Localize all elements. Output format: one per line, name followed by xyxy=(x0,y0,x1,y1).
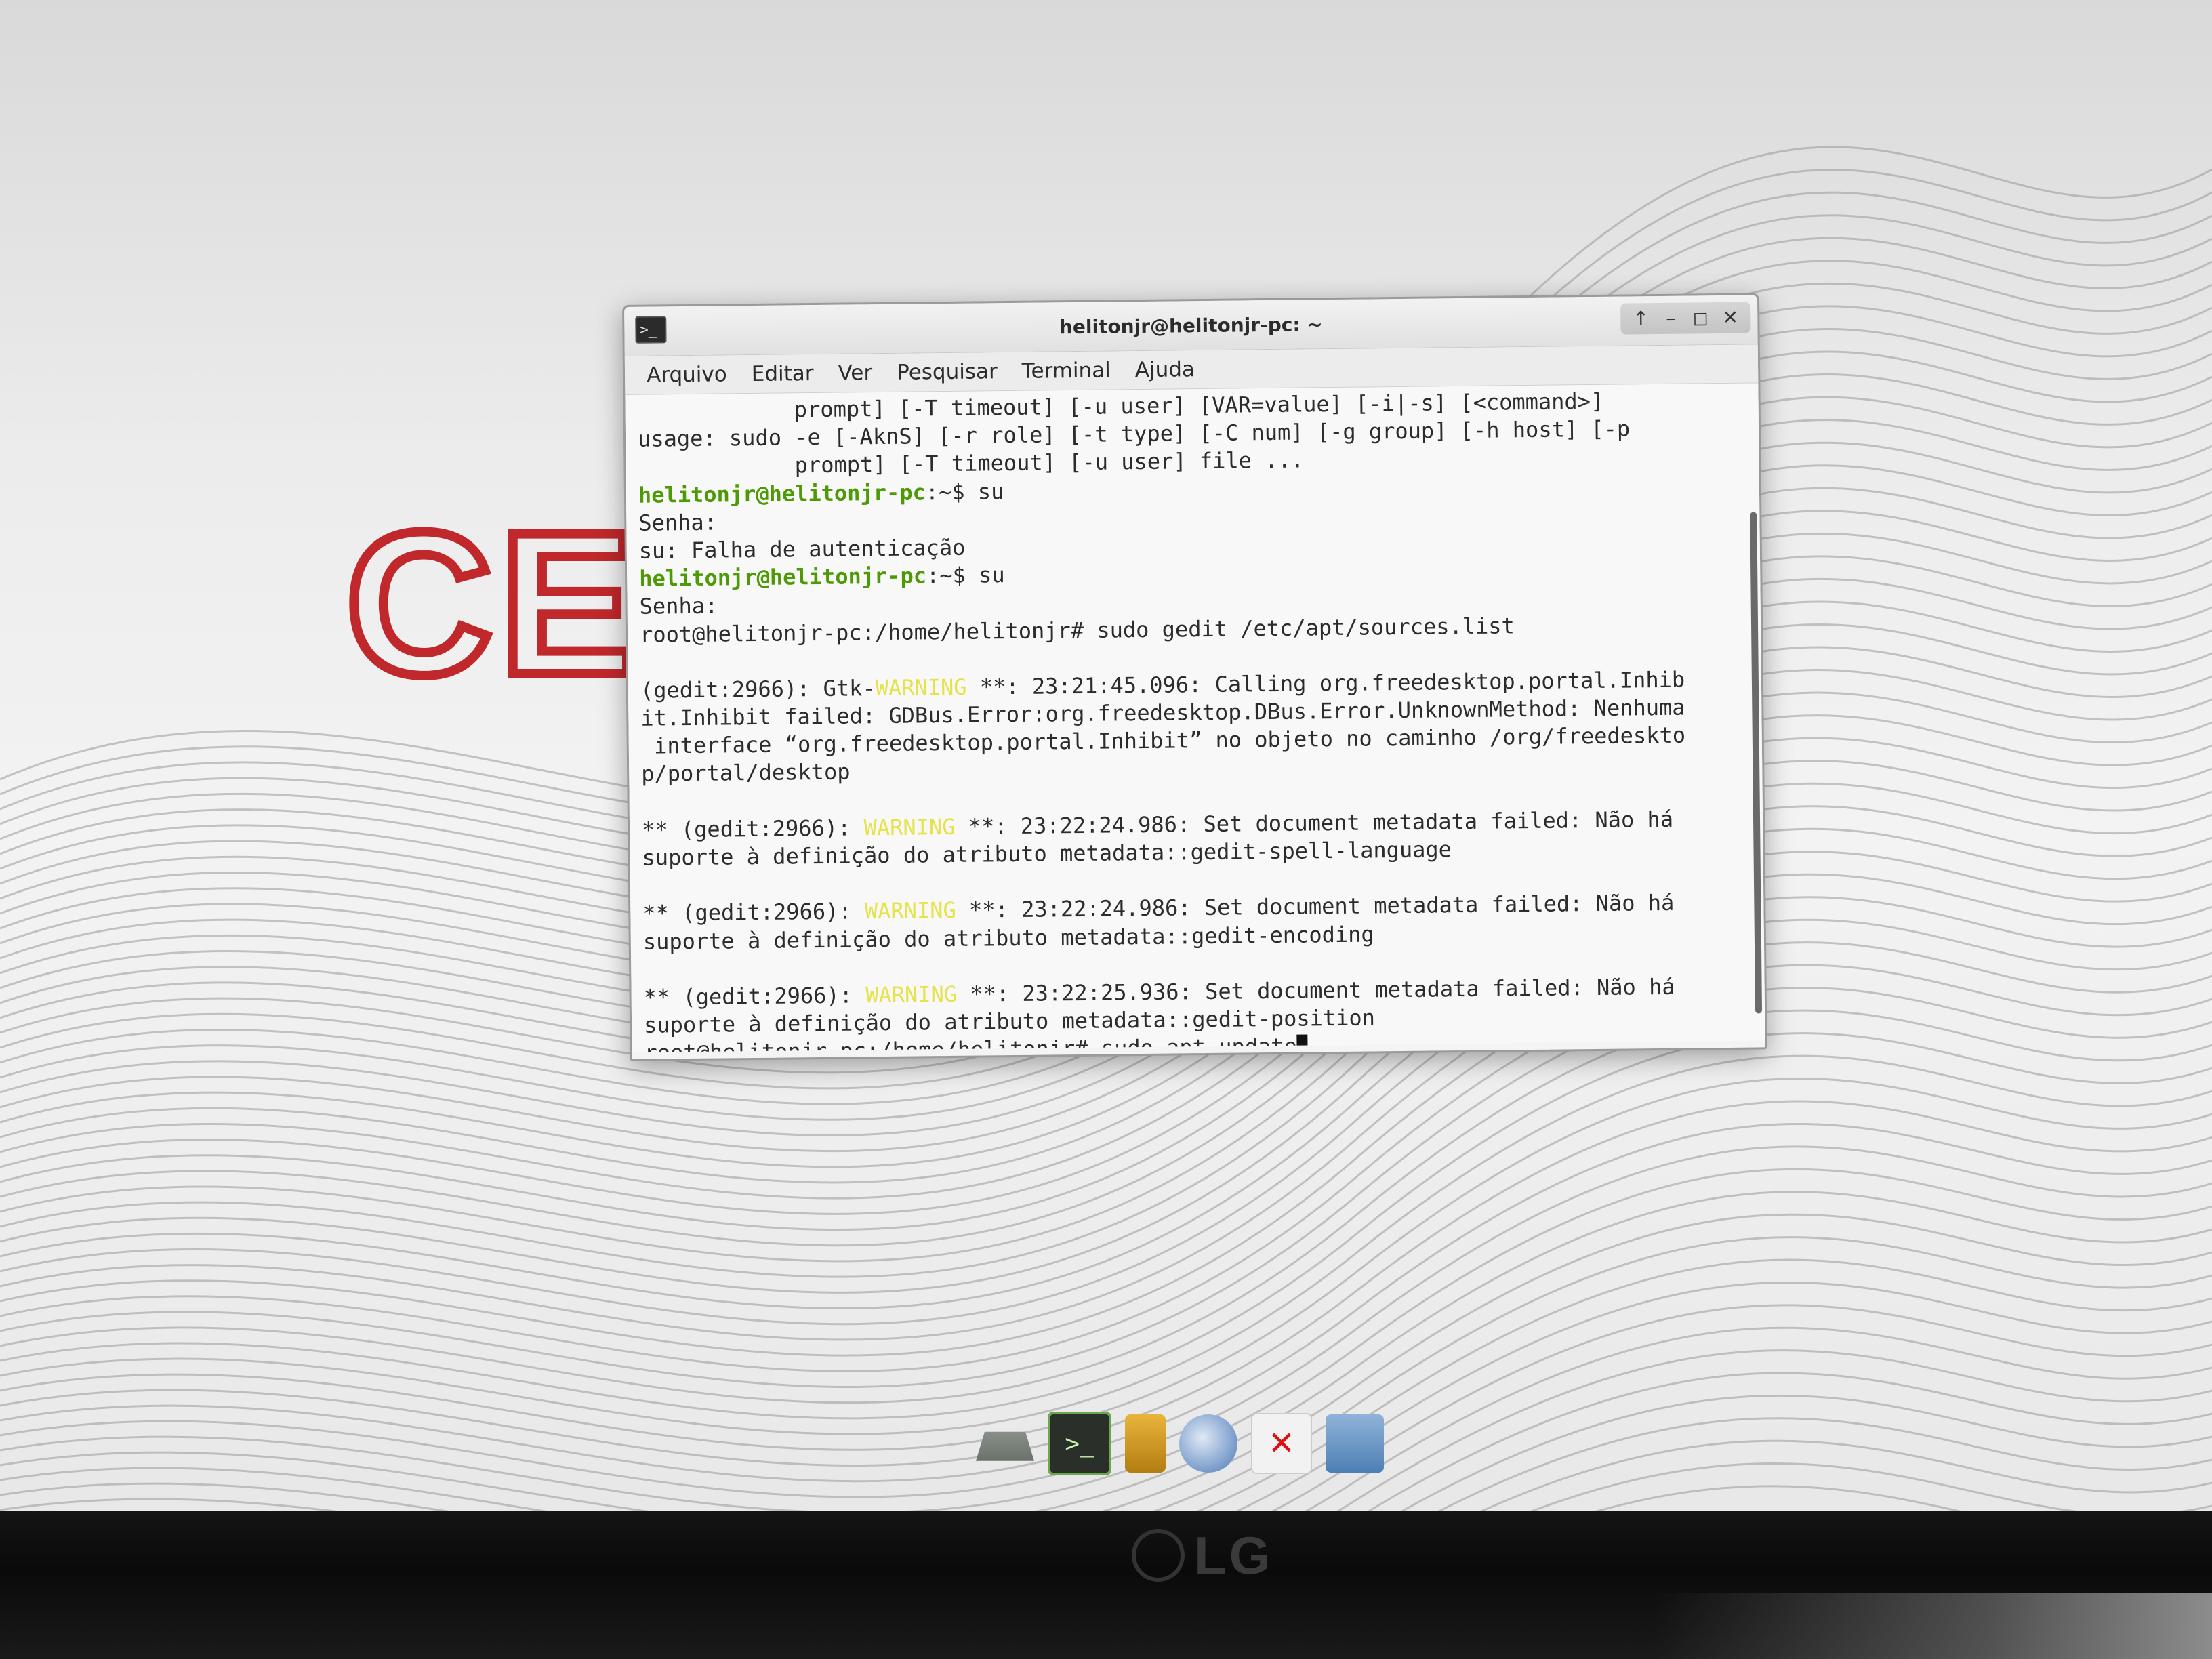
terminal-window[interactable]: >_ helitonjr@helitonjr-pc: ~ ↑ – ◻ ✕ Arq… xyxy=(622,293,1767,1061)
wallpaper-logo: CE xyxy=(341,489,642,717)
terminal-output[interactable]: prompt] [-T timeout] [-u user] [VAR=valu… xyxy=(625,383,1765,1052)
drive-icon[interactable] xyxy=(976,1431,1034,1461)
menu-pesquisar[interactable]: Pesquisar xyxy=(884,359,1010,385)
browser-globe-icon[interactable] xyxy=(1179,1414,1237,1473)
bezel-reflection xyxy=(1654,1593,2212,1659)
menu-arquivo[interactable]: Arquivo xyxy=(634,362,739,388)
menu-ver[interactable]: Ver xyxy=(825,361,884,386)
brand-text: LG xyxy=(1194,1525,1273,1585)
wave-line xyxy=(1593,1485,1965,1511)
sd-card-icon[interactable] xyxy=(1125,1414,1166,1473)
warning-label: WARNING xyxy=(865,981,958,1008)
warning-label: WARNING xyxy=(864,897,956,924)
warning-label: WARNING xyxy=(875,674,967,701)
terminal-app-icon: >_ xyxy=(635,316,667,344)
menu-ajuda[interactable]: Ajuda xyxy=(1123,357,1208,382)
keep-above-button[interactable]: ↑ xyxy=(1627,305,1654,332)
scrollbar[interactable] xyxy=(1750,512,1763,1014)
prompt-user-host: helitonjr@helitonjr-pc xyxy=(639,562,927,592)
folder-icon[interactable] xyxy=(1326,1414,1384,1473)
warning-label: WARNING xyxy=(863,813,956,841)
minimize-button[interactable]: – xyxy=(1657,305,1684,332)
menu-terminal[interactable]: Terminal xyxy=(1010,358,1123,384)
close-button[interactable]: ✕ xyxy=(1717,304,1744,331)
lg-logo-icon xyxy=(1132,1529,1185,1582)
maximize-button[interactable]: ◻ xyxy=(1687,304,1714,331)
terminal-icon[interactable]: >_ xyxy=(1048,1412,1111,1475)
text-cursor xyxy=(1296,1034,1308,1052)
prompt-command: :~$ su xyxy=(925,478,1004,505)
prompt-command: :~$ su xyxy=(926,562,1005,589)
prompt-user-host: helitonjr@helitonjr-pc xyxy=(638,478,926,508)
dock: >_ ✕ xyxy=(976,1406,1384,1481)
menu-editar[interactable]: Editar xyxy=(739,361,826,386)
desktop-screen: CE >_ helitonjr@helitonjr-pc: ~ ↑ – ◻ ✕ … xyxy=(0,0,2212,1511)
monitor-brand: LG xyxy=(1132,1525,1308,1586)
window-controls: ↑ – ◻ ✕ xyxy=(1620,302,1751,335)
window-title: helitonjr@helitonjr-pc: ~ xyxy=(1059,312,1323,338)
close-app-icon[interactable]: ✕ xyxy=(1251,1413,1312,1474)
